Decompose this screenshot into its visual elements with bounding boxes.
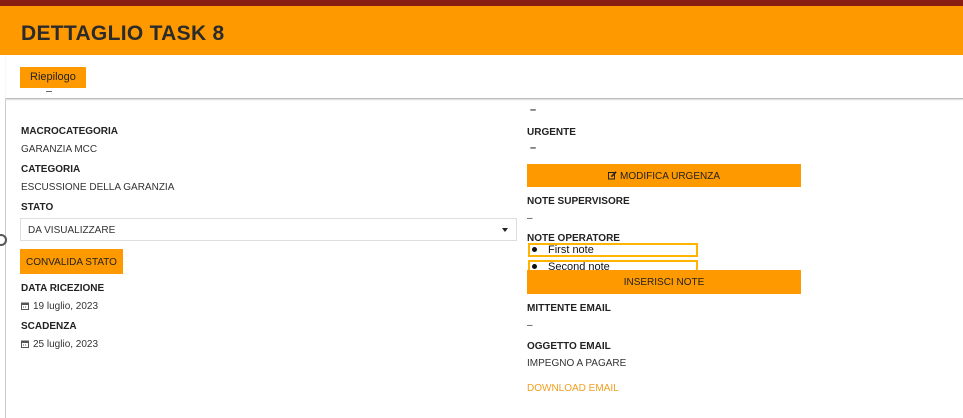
stato-selected-value: DA VISUALIZZARE [28, 225, 116, 236]
left-frame-line [5, 98, 6, 418]
macrocategoria-label: MACROCATEGORIA [21, 126, 119, 137]
mittente-email-value: – [527, 320, 533, 331]
macrocategoria-value: GARANZIA MCC [21, 144, 98, 155]
divider [46, 88, 52, 92]
bullet-icon [532, 264, 537, 269]
tab-bar: Riepilogo [6, 55, 963, 99]
top-dash-value: – [530, 104, 537, 116]
convalida-stato-button[interactable]: CONVALIDA STATO [20, 249, 123, 274]
scadenza-value: 25 luglio, 2023 [33, 339, 99, 350]
mittente-email-label: MITTENTE EMAIL [527, 303, 611, 314]
data-ricezione-row: 19 luglio, 2023 [21, 301, 98, 312]
calendar-icon [21, 302, 29, 310]
modifica-urgenza-label: MODIFICA URGENZA [619, 171, 720, 182]
oggetto-email-value: IMPEGNO A PAGARE [527, 358, 627, 369]
tab-riepilogo[interactable]: Riepilogo [20, 67, 86, 88]
page-title: DETTAGLIO TASK 8 [21, 22, 225, 45]
categoria-label: CATEGORIA [21, 164, 81, 175]
download-email-link[interactable]: DOWNLOAD EMAIL [527, 383, 619, 394]
scadenza-label: SCADENZA [21, 321, 77, 332]
urgente-label: URGENTE [527, 127, 576, 138]
oggetto-email-label: OGGETTO EMAIL [527, 341, 611, 352]
data-ricezione-label: DATA RICEZIONE [21, 283, 105, 294]
modifica-urgenza-button[interactable]: MODIFICA URGENZA [527, 164, 801, 187]
note-text: First note [548, 244, 594, 256]
inserisci-note-button[interactable]: INSERISCI NOTE [527, 270, 801, 294]
edit-icon [607, 171, 617, 180]
note-supervisore-label: NOTE SUPERVISORE [527, 196, 630, 207]
calendar-icon [21, 340, 29, 348]
chevron-down-icon [502, 228, 508, 232]
stato-select[interactable]: DA VISUALIZZARE [20, 218, 517, 241]
categoria-value: ESCUSSIONE DELLA GARANZIA [21, 182, 175, 193]
page-header: DETTAGLIO TASK 8 [0, 6, 963, 55]
stato-label: STATO [21, 202, 54, 213]
bullet-icon [532, 247, 537, 252]
note-supervisore-value: – [527, 213, 533, 224]
note-item[interactable]: First note [528, 243, 698, 257]
scadenza-row: 25 luglio, 2023 [21, 339, 98, 350]
urgente-value: – [530, 142, 537, 154]
data-ricezione-value: 19 luglio, 2023 [33, 301, 99, 312]
